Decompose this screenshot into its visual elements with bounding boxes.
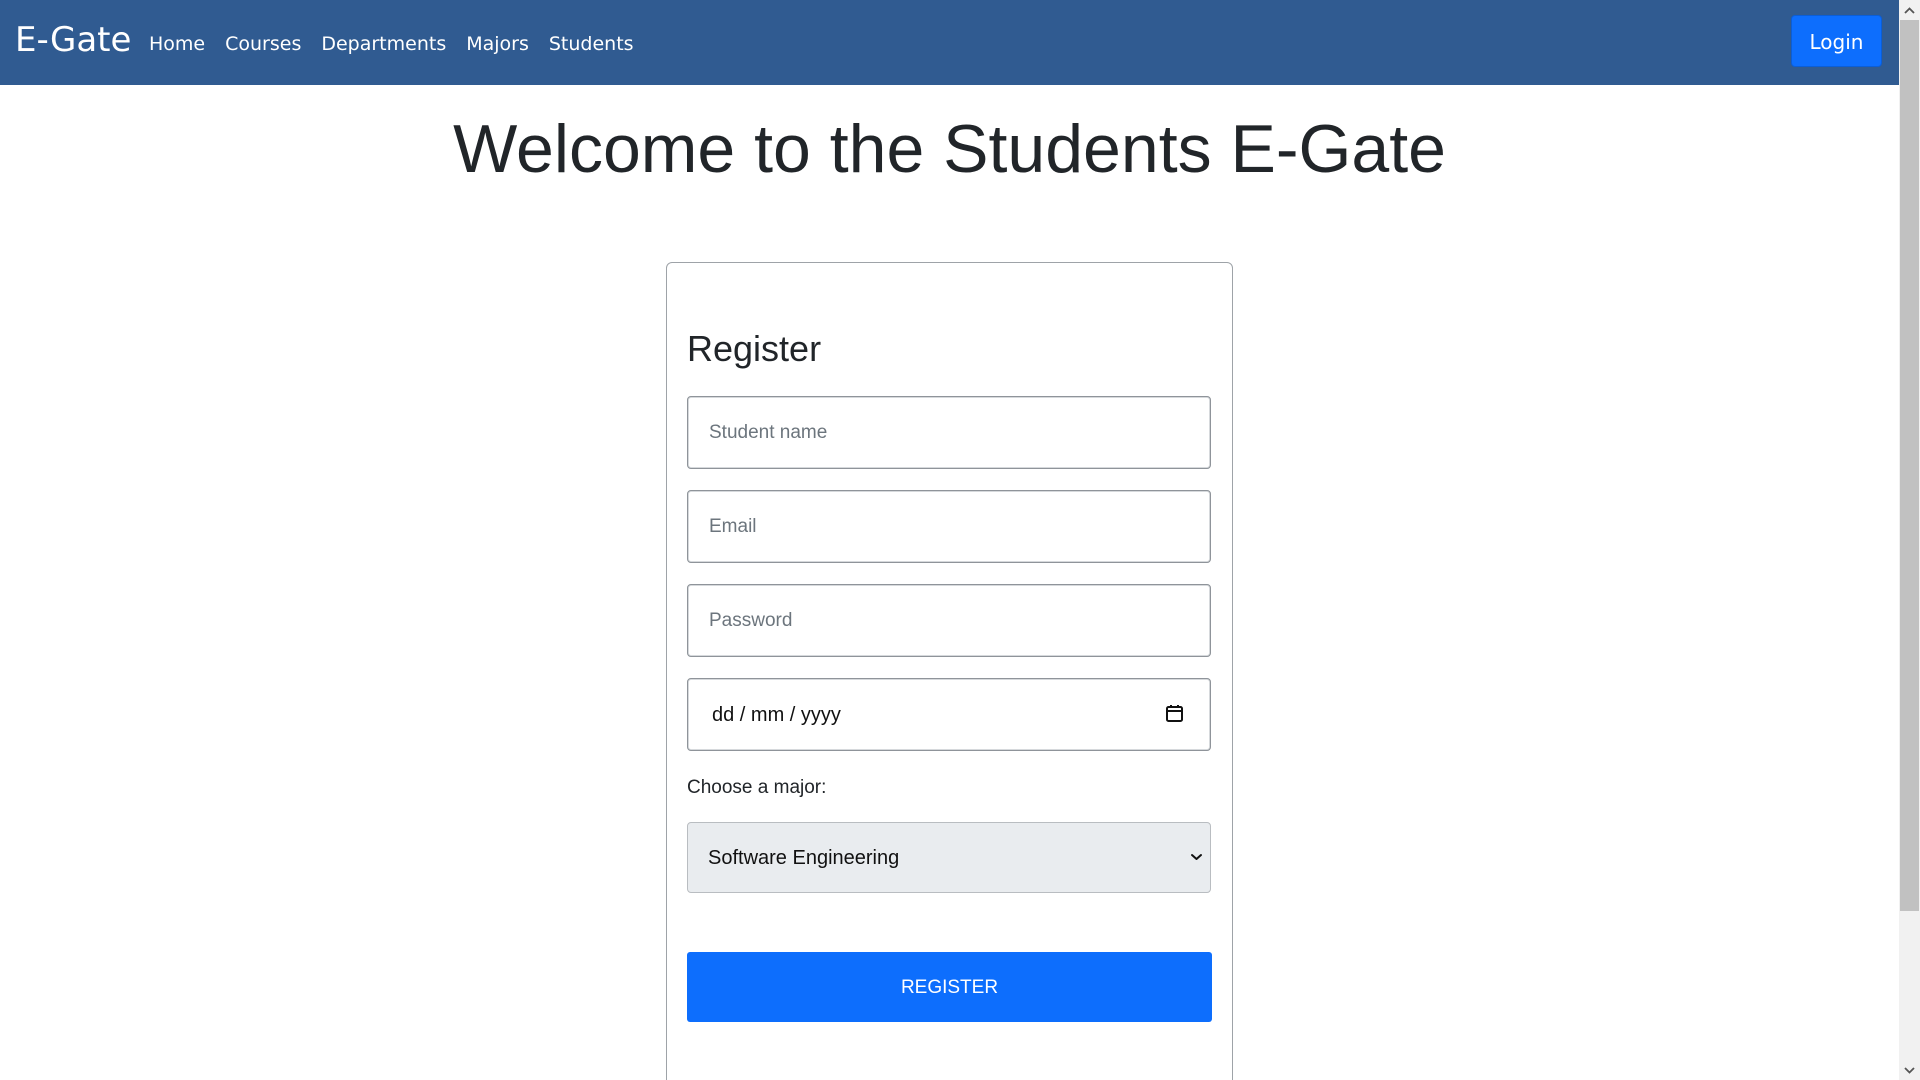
password-field[interactable]	[687, 584, 1211, 657]
calendar-icon[interactable]	[1165, 704, 1184, 723]
brand-logo-link[interactable]: E-Gate	[15, 17, 131, 63]
major-select[interactable]: Software Engineering	[687, 822, 1211, 893]
nav-link-students[interactable]: Students	[539, 25, 644, 63]
scrollbar-thumb[interactable]	[1900, 20, 1919, 911]
main-navigation: Home Courses Departments Majors Students	[139, 25, 644, 63]
email-field[interactable]	[687, 490, 1211, 563]
major-label: Choose a major:	[687, 777, 827, 798]
student-name-input[interactable]	[689, 398, 1209, 467]
password-input[interactable]	[689, 586, 1209, 655]
nav-link-courses[interactable]: Courses	[215, 25, 311, 63]
login-button[interactable]: Login	[1791, 15, 1882, 67]
register-button[interactable]: REGISTER	[687, 952, 1212, 1022]
nav-link-majors[interactable]: Majors	[456, 25, 539, 63]
major-selected-value: Software Engineering	[708, 847, 900, 869]
email-input[interactable]	[689, 492, 1209, 561]
page: E-Gate Home Courses Departments Majors S…	[0, 0, 1920, 1080]
nav-link-departments[interactable]: Departments	[311, 25, 456, 63]
nav-link-home[interactable]: Home	[139, 25, 215, 63]
date-placeholder: dd / mm / yyyy	[712, 704, 841, 726]
chevron-down-icon[interactable]	[1904, 1066, 1915, 1074]
top-navbar: E-Gate Home Courses Departments Majors S…	[0, 0, 1899, 85]
date-field[interactable]: dd / mm / yyyy	[687, 678, 1211, 751]
chevron-up-icon[interactable]	[1904, 7, 1915, 15]
register-card: Register dd / mm / yyyy Choose a major: …	[666, 262, 1233, 1080]
student-name-field[interactable]	[687, 396, 1211, 469]
register-title: Register	[687, 328, 822, 369]
page-title: Welcome to the Students E-Gate	[453, 111, 1446, 187]
chevron-down-icon	[1191, 854, 1202, 860]
vertical-scrollbar[interactable]	[1899, 0, 1920, 1080]
